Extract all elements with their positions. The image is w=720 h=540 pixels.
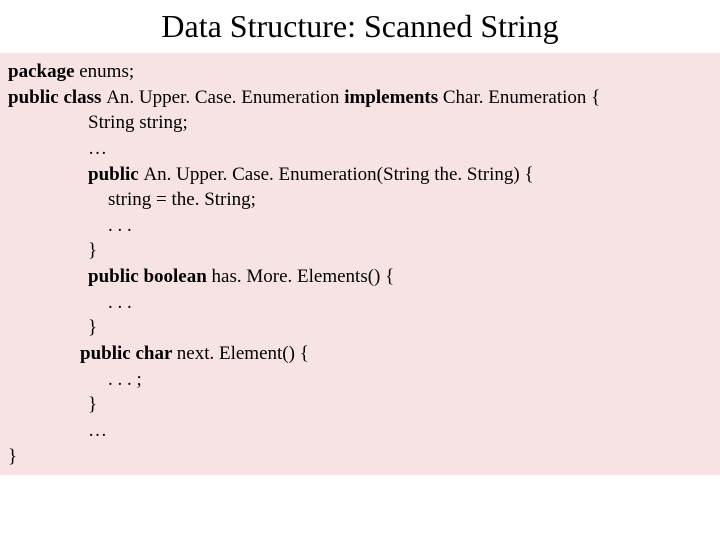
code-line: . . . ;: [8, 367, 712, 393]
code-line: }: [8, 392, 712, 418]
code-line: }: [8, 444, 712, 470]
code-line: public char next. Element() {: [8, 341, 712, 367]
code-block: package enums; public class An. Upper. C…: [0, 53, 720, 475]
text: next. Element() {: [177, 343, 309, 364]
code-line: public An. Upper. Case. Enumeration(Stri…: [8, 162, 712, 188]
text: Char. Enumeration {: [443, 87, 600, 108]
code-line: string = the. String;: [8, 187, 712, 213]
keyword-public-class: public class: [8, 87, 106, 108]
code-line: public boolean has. More. Elements() {: [8, 264, 712, 290]
text: An. Upper. Case. Enumeration: [106, 87, 344, 108]
code-line: }: [8, 238, 712, 264]
keyword-package: package: [8, 61, 79, 82]
code-line: . . .: [8, 213, 712, 239]
keyword-implements: implements: [344, 87, 443, 108]
text: has. More. Elements() {: [212, 266, 395, 287]
keyword-public-boolean: public boolean: [88, 266, 212, 287]
code-line: …: [8, 136, 712, 162]
slide: Data Structure: Scanned String package e…: [0, 0, 720, 540]
code-line: package enums;: [8, 59, 712, 85]
text: An. Upper. Case. Enumeration(String the.…: [143, 164, 533, 185]
code-line: …: [8, 418, 712, 444]
code-line: }: [8, 315, 712, 341]
slide-title: Data Structure: Scanned String: [0, 0, 720, 53]
code-line: . . .: [8, 290, 712, 316]
code-line: public class An. Upper. Case. Enumeratio…: [8, 85, 712, 111]
keyword-public: public: [88, 164, 143, 185]
text: enums;: [79, 61, 134, 82]
code-line: String string;: [8, 110, 712, 136]
keyword-public-char: public char: [80, 343, 177, 364]
